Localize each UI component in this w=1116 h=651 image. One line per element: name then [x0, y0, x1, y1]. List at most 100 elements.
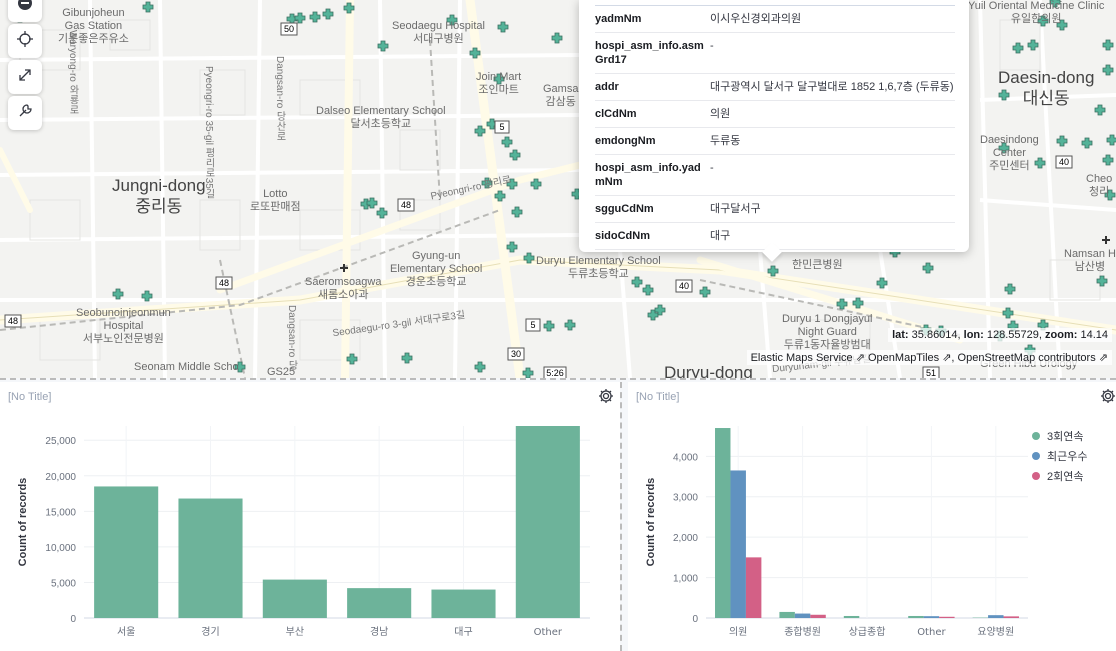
- legend-item[interactable]: 2회연속⋮: [1032, 466, 1116, 486]
- x-tick-label: 경남: [370, 625, 388, 638]
- hospital-marker[interactable]: [294, 12, 306, 24]
- set-view-button[interactable]: [8, 24, 42, 58]
- y-tick-label: 20,000: [45, 472, 76, 483]
- hospital-marker[interactable]: [474, 361, 486, 373]
- bar[interactable]: [794, 613, 811, 618]
- grouped-bar-chart-by-type[interactable]: 0 1,000 2,000 3,000 4,000 Count of records 의원 종…: [628, 382, 1116, 651]
- hospital-marker[interactable]: [1027, 39, 1039, 51]
- route-shield: 51: [926, 368, 936, 378]
- hospital-marker[interactable]: [1004, 283, 1016, 295]
- expand-icon: [17, 67, 33, 88]
- hospital-marker[interactable]: [497, 21, 509, 33]
- map-panel[interactable]: 50 48 48 5 5 30 40 40 48 51 5:26 Gibunjo…: [0, 0, 1116, 378]
- bar[interactable]: [939, 616, 955, 618]
- x-tick-label: 경기: [201, 625, 219, 638]
- bar[interactable]: [515, 426, 580, 618]
- hospital-marker[interactable]: [1102, 154, 1114, 166]
- hospital-marker[interactable]: [1081, 137, 1093, 149]
- map-attribution: Elastic Maps Service ⇗ OpenMapTiles ⇗, O…: [746, 350, 1112, 365]
- bar[interactable]: [1003, 616, 1019, 618]
- bar[interactable]: [843, 615, 860, 618]
- hospital-marker[interactable]: [322, 8, 334, 20]
- tooltip-table: yadmNm 이시우신경외과의원 hospi_asm_info.asmGrd17- a…: [595, 5, 955, 250]
- hospital-marker[interactable]: [922, 262, 934, 274]
- district-name-en: Daesin-dong: [998, 68, 1095, 87]
- hospital-marker[interactable]: [366, 197, 378, 209]
- hospital-marker[interactable]: [509, 149, 521, 161]
- bar[interactable]: [745, 557, 762, 618]
- road-label: Dangsan-ro 당: [286, 305, 297, 371]
- bar[interactable]: [779, 611, 795, 618]
- hospital-marker[interactable]: [1012, 42, 1024, 54]
- bar[interactable]: [94, 486, 159, 618]
- hospital-marker[interactable]: [511, 206, 523, 218]
- attribution-link-osm[interactable]: OpenStreetMap contributors: [958, 352, 1096, 364]
- legend-item[interactable]: 3회연속⋮: [1032, 426, 1116, 446]
- hospital-marker[interactable]: [642, 284, 654, 296]
- fullscreen-button[interactable]: [8, 60, 42, 94]
- bar[interactable]: [810, 614, 826, 618]
- external-link-icon: ⇗: [942, 352, 952, 364]
- y-tick-label: 10,000: [45, 543, 76, 554]
- hospital-marker[interactable]: [1094, 104, 1106, 116]
- road-label: Pyeongri-ro 35-gil 평리로35길: [203, 66, 214, 199]
- hospital-marker[interactable]: [699, 286, 711, 298]
- place-lotto: Lotto 로또판매점: [250, 188, 301, 214]
- y-tick-label: 1,000: [673, 574, 698, 585]
- place-join-mart: Join Mart 조인마트: [476, 71, 521, 97]
- hospital-marker[interactable]: [506, 241, 518, 253]
- hospital-marker[interactable]: [1102, 39, 1114, 51]
- tooltip-value: 두류동: [710, 135, 741, 147]
- bar[interactable]: [347, 588, 412, 618]
- tooltip-key: hospi_asm_info.asmGrd17: [595, 40, 704, 66]
- bar[interactable]: [730, 470, 746, 618]
- hospital-marker[interactable]: [564, 319, 576, 331]
- hospital-marker[interactable]: [112, 288, 124, 300]
- tooltip-row: hospi_asm_info.asmGrd17-: [595, 33, 955, 74]
- bar[interactable]: [262, 579, 327, 618]
- tooltip-row: hospi_asm_info.yadmNm -: [595, 155, 955, 196]
- hospital-marker[interactable]: [530, 178, 542, 190]
- bar-chart-by-sido[interactable]: 0 5,000 10,000 15,000 20,000 25,000 Count of r…: [0, 382, 620, 651]
- hospital-marker[interactable]: [142, 1, 154, 13]
- zoom-out-button[interactable]: [8, 0, 42, 22]
- x-tick-label: 대구: [454, 626, 472, 638]
- legend-label: 최근우수: [1047, 451, 1088, 463]
- hospital-marker[interactable]: [1102, 64, 1114, 76]
- x-tick-label: 상급종합: [849, 626, 886, 638]
- tools-button[interactable]: [8, 96, 42, 130]
- lat-label: lat:: [892, 329, 909, 341]
- place-label: Daesindong Center 주민센터: [980, 134, 1039, 172]
- hospital-marker[interactable]: [522, 367, 534, 378]
- bar[interactable]: [923, 616, 940, 618]
- route-shield: 50: [284, 24, 294, 34]
- attribution-link-ems[interactable]: Elastic Maps Service: [751, 352, 853, 364]
- bar[interactable]: [908, 615, 924, 618]
- legend-item[interactable]: 최근우수⋮: [1032, 446, 1116, 466]
- hospital-marker[interactable]: [501, 136, 513, 148]
- place-daesindong-center: Daesindong Center 주민센터: [980, 134, 1039, 173]
- panel-resize-handle-vertical[interactable]: [620, 382, 628, 651]
- hospital-marker[interactable]: [1106, 134, 1116, 146]
- tooltip-row: emdongNm 두류동: [595, 128, 955, 155]
- hospital-marker[interactable]: [543, 320, 555, 332]
- hospital-marker[interactable]: [309, 11, 321, 23]
- hospital-marker[interactable]: [551, 32, 563, 44]
- place-label: Cheo 청리: [1086, 173, 1113, 198]
- route-shield: 5: [530, 320, 535, 330]
- tooltip-row: sgguCdNm 대구달서구: [595, 196, 955, 223]
- hospital-marker[interactable]: [376, 207, 388, 219]
- bar[interactable]: [715, 428, 731, 618]
- bar[interactable]: [178, 498, 243, 618]
- bar[interactable]: [431, 589, 496, 618]
- hospital-marker[interactable]: [1096, 275, 1108, 287]
- legend-label: 3회연속: [1047, 431, 1084, 443]
- hospital-marker[interactable]: [401, 352, 413, 364]
- legend-label: 2회연속: [1047, 471, 1084, 483]
- tooltip-key: emdongNm: [595, 135, 656, 147]
- y-axis-label: Count of records: [645, 478, 657, 567]
- bar[interactable]: [988, 615, 1004, 618]
- hospital-marker[interactable]: [1056, 135, 1068, 147]
- tooltip-key: yadmNm: [595, 13, 642, 25]
- attribution-link-omt[interactable]: OpenMapTiles: [868, 352, 939, 364]
